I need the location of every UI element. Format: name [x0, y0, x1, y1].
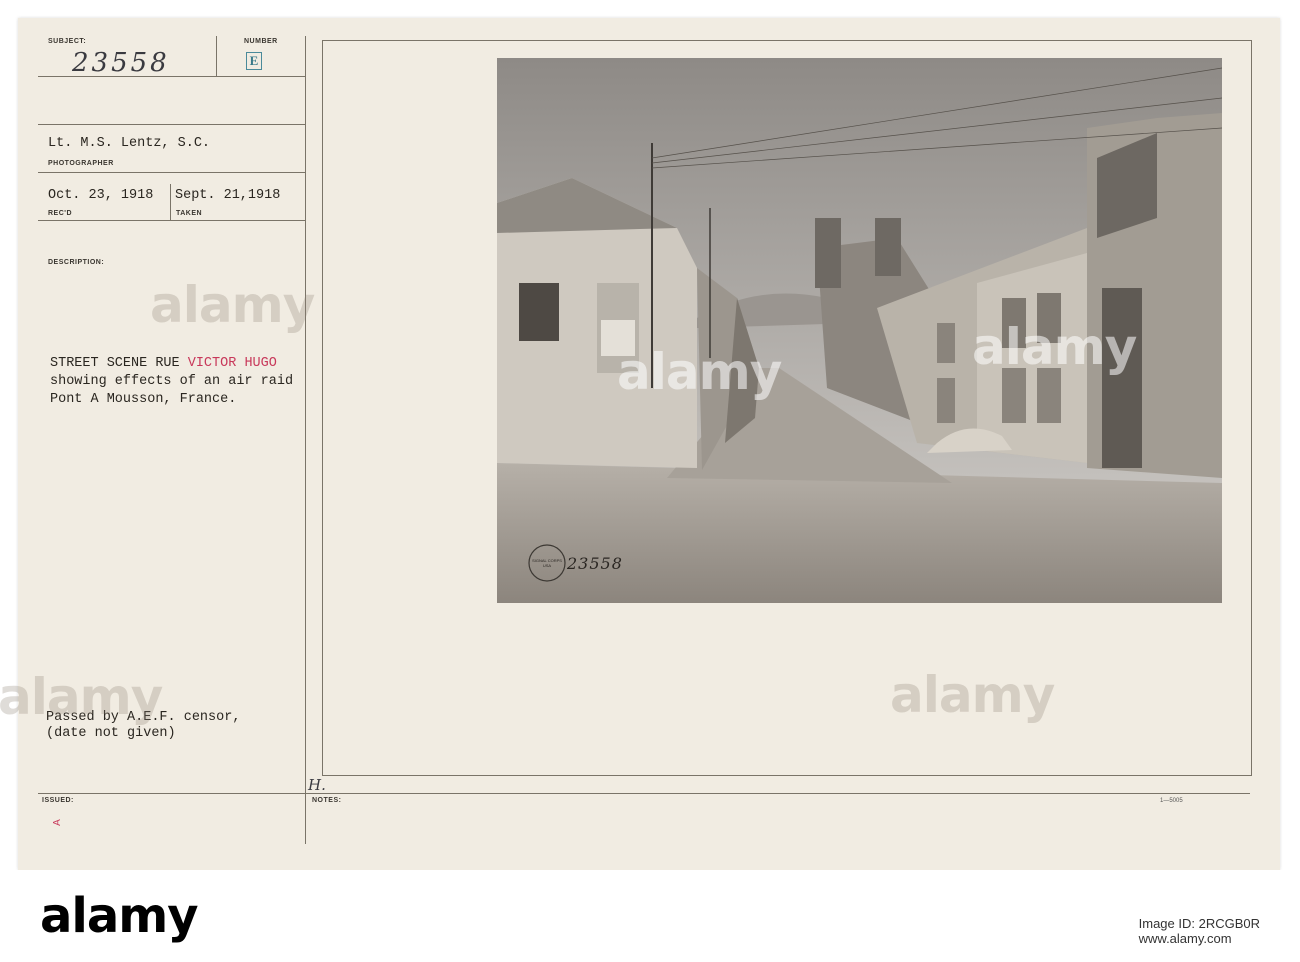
- watermark-photo-right: alamy: [972, 318, 1137, 376]
- description-line-1-text: STREET SCENE RUE: [50, 356, 188, 371]
- form-code: 1—5005: [1160, 798, 1183, 804]
- subject-number: 23558: [72, 48, 170, 78]
- photo-frame-left: [322, 40, 323, 776]
- issued-mark: A: [51, 819, 63, 826]
- header-divider-2: [38, 124, 306, 125]
- taken-label: TAKEN: [176, 210, 203, 217]
- photo-stamp-number: 23558: [567, 554, 623, 573]
- photo-frame-top: [322, 40, 1252, 41]
- image-id-and-url: Image ID: 2RCGB0R www.alamy.com: [1139, 916, 1260, 946]
- received-label: REC'D: [48, 210, 72, 217]
- description-line-1: STREET SCENE RUE VICTOR HUGO: [50, 356, 277, 371]
- image-id: Image ID: 2RCGB0R: [1138, 916, 1260, 931]
- received-date: Oct. 23, 1918: [48, 188, 154, 203]
- photographer-label: PHOTOGRAPHER: [48, 160, 114, 167]
- signal-corps-stamp: SIGNAL CORPS USA: [532, 558, 562, 568]
- photo-frame-bottom: [322, 775, 1252, 776]
- street-photograph: 23558 SIGNAL CORPS USA alamy alamy: [497, 58, 1222, 603]
- notes-handwriting: H.: [308, 776, 326, 794]
- number-stamp: E: [246, 52, 262, 70]
- subject-label: SUBJECT:: [48, 38, 87, 45]
- watermark-photo: alamy: [617, 343, 782, 401]
- left-column-divider: [305, 36, 306, 844]
- header-divider-4: [38, 220, 306, 221]
- description-street-name: VICTOR HUGO: [187, 356, 277, 371]
- notes-label: NOTES:: [312, 797, 342, 804]
- date-divider: [170, 184, 171, 220]
- notes-divider: [38, 793, 1250, 794]
- subject-number-divider: [216, 36, 217, 76]
- photographer-name: Lt. M.S. Lentz, S.C.: [48, 136, 211, 151]
- stock-footer: alamy Image ID: 2RCGB0R www.alamy.com: [0, 870, 1300, 962]
- issued-label: ISSUED:: [42, 797, 74, 804]
- watermark-left-margin: alamy: [0, 668, 163, 726]
- site-url: www.alamy.com: [1138, 931, 1232, 946]
- description-label: DESCRIPTION:: [48, 259, 105, 266]
- censor-line-2: (date not given): [46, 726, 176, 741]
- archive-record-card: SUBJECT: NUMBER 23558 E Lt. M.S. Lentz, …: [0, 18, 1280, 870]
- alamy-logo: alamy: [40, 888, 199, 944]
- header-divider-3: [38, 172, 306, 173]
- taken-date: Sept. 21,1918: [175, 188, 281, 203]
- number-label: NUMBER: [244, 38, 278, 45]
- photo-frame-right: [1251, 40, 1252, 776]
- description-line-2: showing effects of an air raid: [50, 374, 294, 389]
- watermark-bottom-right: alamy: [890, 666, 1055, 724]
- watermark-description: alamy: [150, 276, 315, 334]
- description-line-3: Pont A Mousson, France.: [50, 392, 237, 407]
